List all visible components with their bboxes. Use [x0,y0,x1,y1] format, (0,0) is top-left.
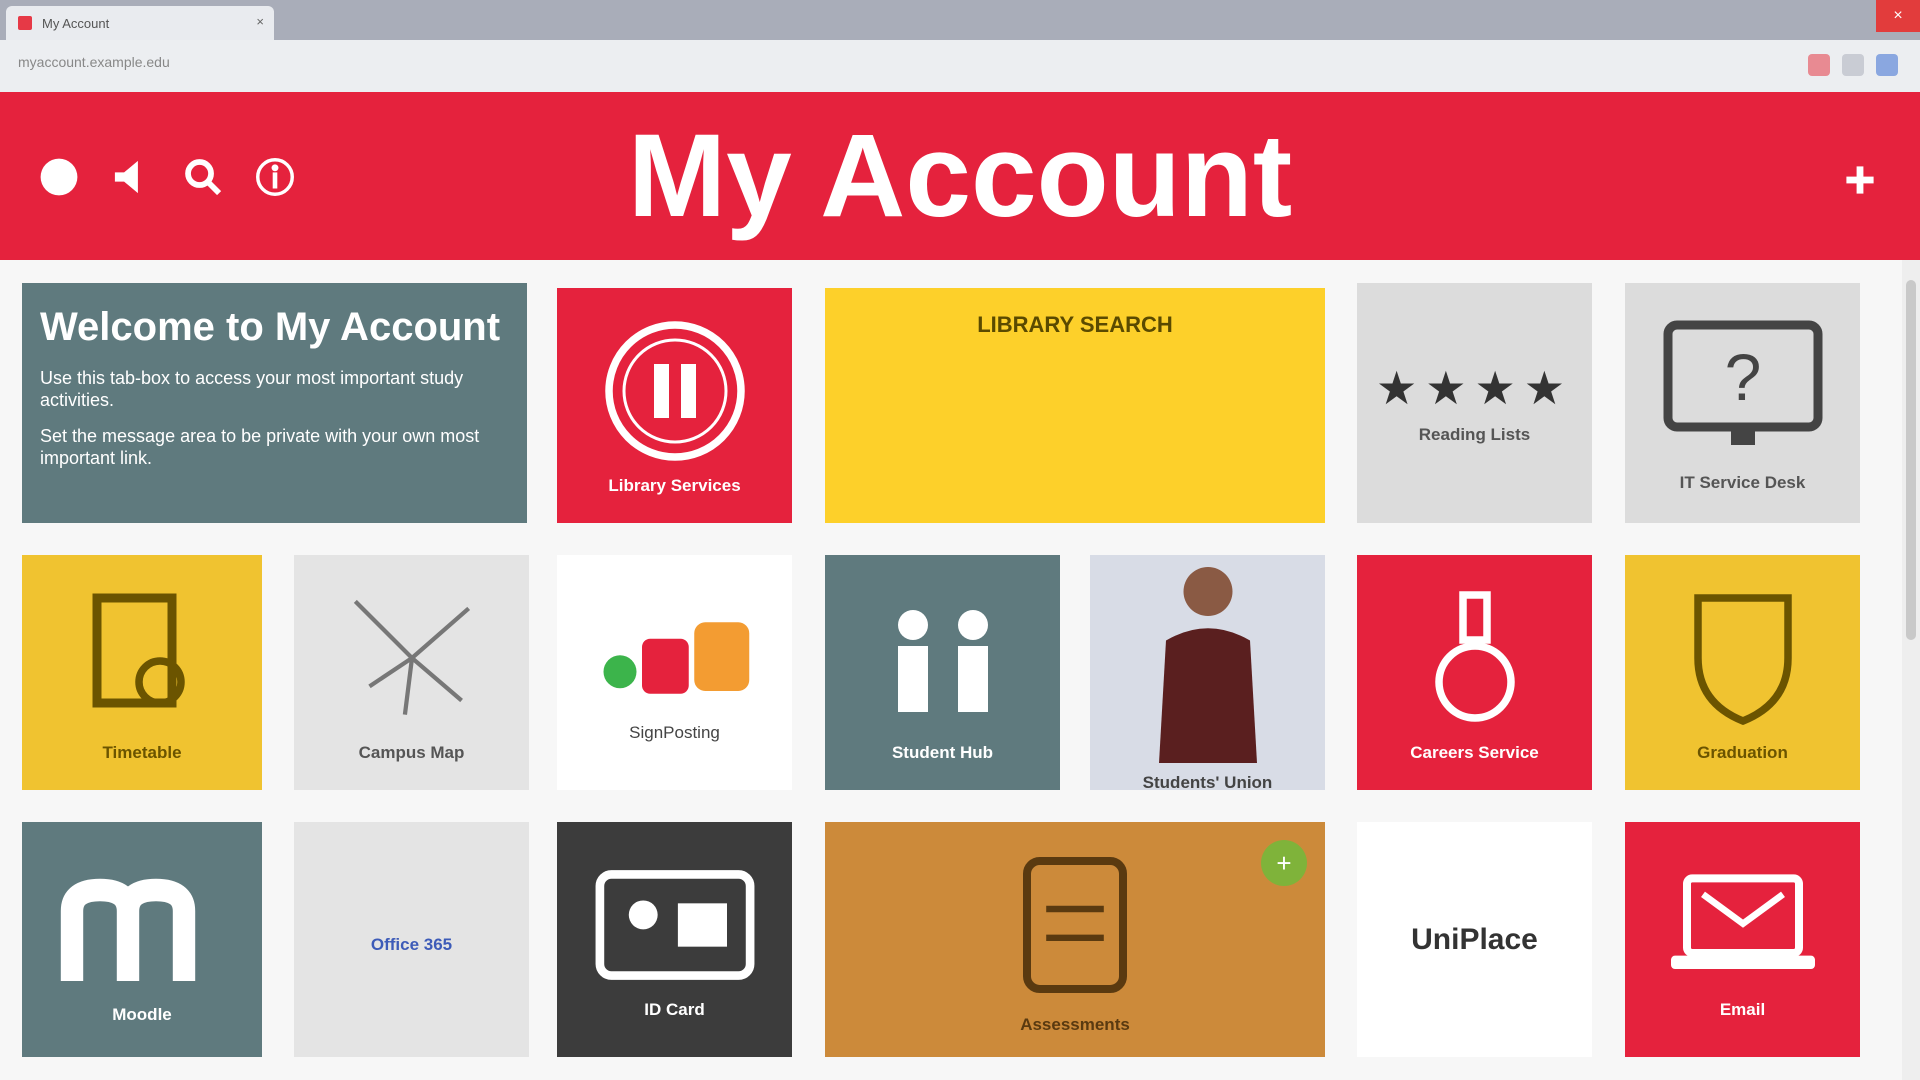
tile-library[interactable]: Library Services [557,288,792,523]
tile-timetable-label: Timetable [102,742,182,762]
scrollbar-thumb[interactable] [1906,280,1916,640]
scrollbar[interactable] [1902,260,1920,1080]
tile-campus-map[interactable]: Campus Map [294,555,529,790]
page-title: My Account [627,110,1293,242]
tile-signposting[interactable]: SignPosting [557,555,792,790]
tile-uniplace[interactable]: UniPlace [1357,822,1592,1057]
library-seal-icon [600,316,750,466]
monitor-help-icon: ? [1653,313,1833,463]
tile-assessments-label: Assessments [1020,1014,1130,1034]
tile-campus-map-label: Campus Map [358,742,465,762]
tile-assessments[interactable]: + Assessments [825,822,1325,1057]
shield-icon [1678,583,1808,733]
person-photo-icon [1138,555,1278,763]
laptop-mail-icon [1663,860,1823,990]
extension-icon[interactable] [1808,54,1830,76]
flask-icon [1410,583,1540,733]
tile-student-hub[interactable]: Student Hub [825,555,1060,790]
tile-id-card[interactable]: ID Card [557,822,792,1057]
welcome-heading: Welcome to My Account [40,305,501,349]
plus-badge-icon: + [1261,840,1307,886]
tile-graduation[interactable]: Graduation [1625,555,1860,790]
library-search-label: LIBRARY SEARCH [977,312,1173,337]
tile-it-help-label: IT Service Desk [1679,473,1806,492]
map-icon [327,583,497,733]
page-header: My Account [0,92,1920,260]
timetable-icon [77,583,207,733]
tile-union[interactable]: Students' Union [1090,555,1325,790]
tile-reading-lists-label: Reading Lists [1418,425,1531,444]
people-icon [868,583,1018,733]
browser-tab[interactable]: My Account × [6,6,274,40]
window-close-button[interactable]: × [1876,0,1920,32]
address-bar-row: myaccount.example.edu [0,40,1920,93]
svg-text:?: ? [1724,340,1761,414]
id-card-icon [585,860,765,990]
favicon-icon [18,16,32,30]
signposting-logo-icon [575,603,775,713]
profile-icon[interactable] [1876,54,1898,76]
tile-library-search[interactable]: LIBRARY SEARCH [825,288,1325,523]
tile-timetable[interactable]: Timetable [22,555,262,790]
tile-library-label: Library Services [608,475,741,495]
address-bar[interactable]: myaccount.example.edu [18,54,170,70]
tile-signposting-label: SignPosting [629,722,720,742]
browser-tab-strip: My Account × × [0,0,1920,40]
tile-moodle-label: Moodle [112,1004,172,1024]
tile-reading-lists[interactable]: ★★★★ Reading Lists [1357,283,1592,523]
bookmark-icon[interactable] [1842,54,1864,76]
welcome-text-2: Set the message area to be private with … [40,426,480,468]
tile-careers[interactable]: Careers Service [1357,555,1592,790]
tab-close-icon[interactable]: × [256,14,264,29]
tile-id-card-label: ID Card [644,999,705,1019]
tile-office365[interactable]: Office 365 [294,822,529,1057]
tile-uniplace-label: UniPlace [1411,922,1538,956]
tile-student-hub-label: Student Hub [891,742,994,762]
tile-careers-label: Careers Service [1410,742,1539,762]
tile-moodle[interactable]: Moodle [22,822,262,1057]
welcome-text-1: Use this tab-box to access your most imp… [40,368,464,410]
tile-union-label: Students' Union [1142,772,1273,791]
tile-graduation-label: Graduation [1697,742,1788,762]
menu-button[interactable] [1830,150,1890,210]
tile-email-label: Email [1719,999,1766,1019]
moodle-logo-icon [42,855,242,995]
tile-it-help[interactable]: ? IT Service Desk [1625,283,1860,523]
stars-icon: ★★★★ [1376,362,1573,414]
tile-office365-label: Office 365 [370,934,453,954]
welcome-panel: Welcome to My Account Use this tab-box t… [22,283,527,523]
clipboard-icon [1005,845,1145,1005]
tile-email[interactable]: Email [1625,822,1860,1057]
tab-title: My Account [42,16,110,31]
